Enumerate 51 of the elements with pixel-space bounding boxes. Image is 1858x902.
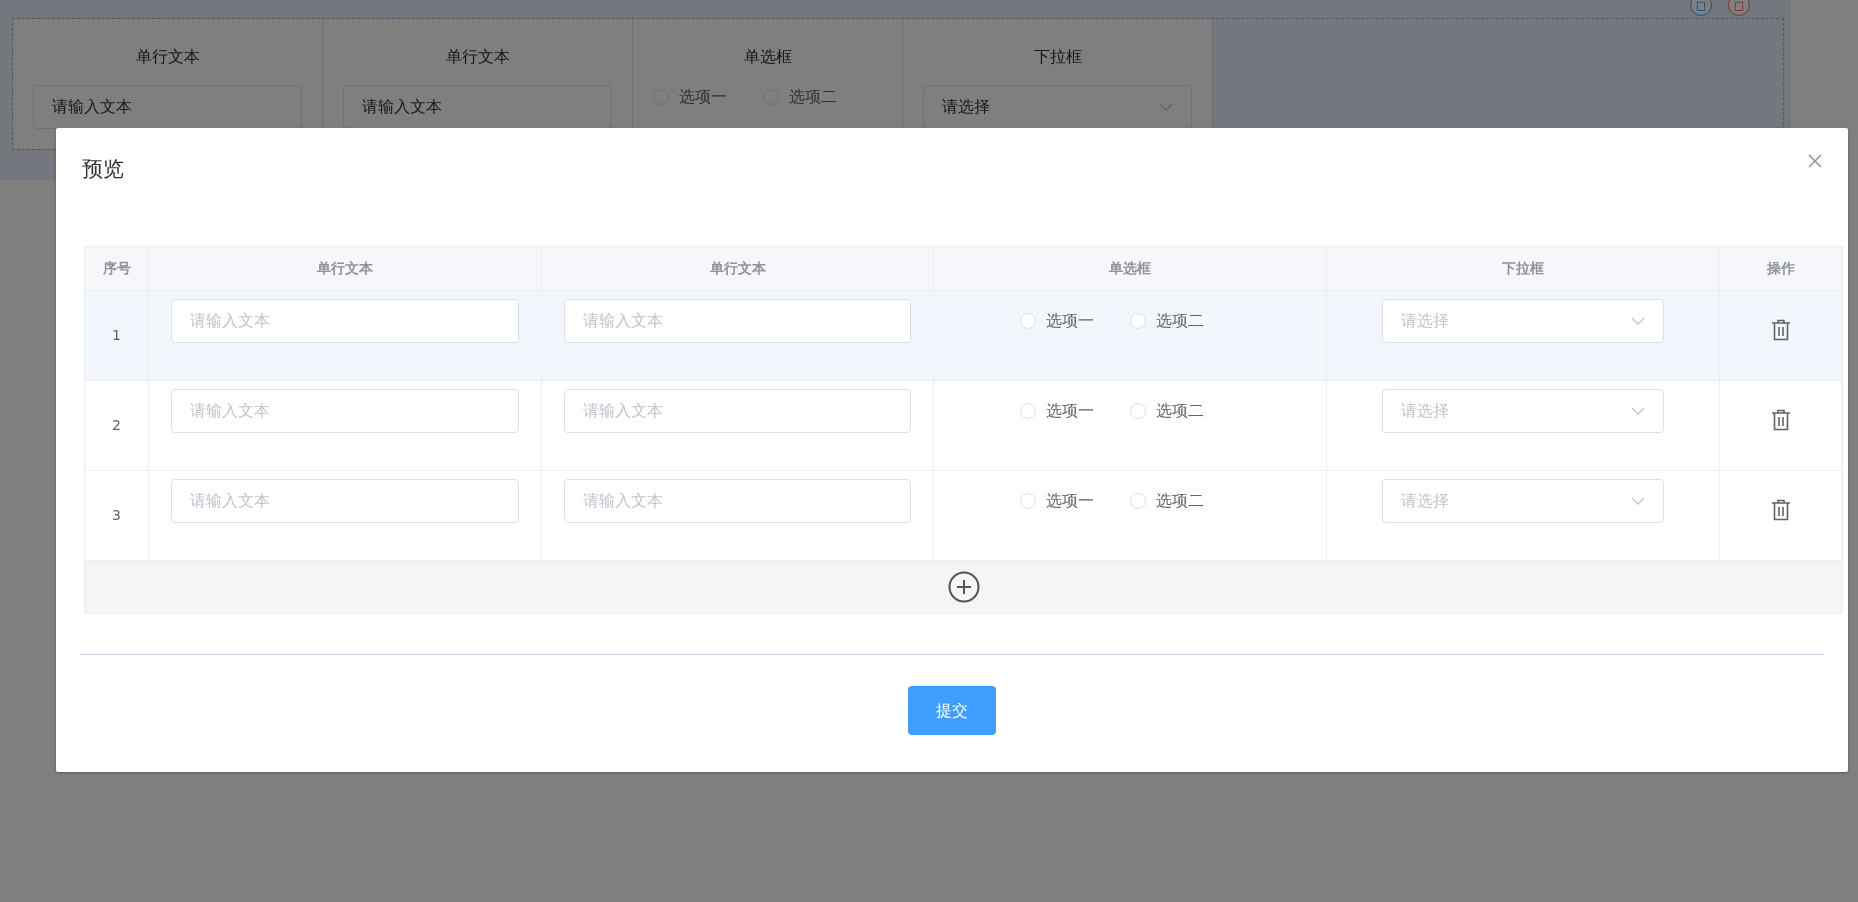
radio-label[interactable]: 选项一 [679, 85, 727, 109]
text-field[interactable]: 请输入文本 [564, 299, 911, 343]
radio-label[interactable]: 选项二 [1156, 309, 1204, 333]
radio-label[interactable]: 选项一 [1046, 489, 1094, 513]
delete-icon[interactable] [1728, 0, 1750, 16]
trash-icon[interactable] [1770, 319, 1791, 341]
chevron-icon [1631, 496, 1645, 506]
select-field[interactable]: 请选择 [1382, 389, 1664, 433]
radio-label[interactable]: 选项二 [1156, 399, 1204, 423]
radio-button[interactable] [1130, 403, 1146, 419]
text-field[interactable]: 请输入文本 [171, 389, 519, 433]
radio-label[interactable]: 选项一 [1046, 399, 1094, 423]
column-header: 序号 [85, 247, 149, 291]
chevron-icon [1631, 316, 1645, 326]
text-field[interactable]: 请输入文本 [171, 479, 519, 523]
chevron-icon [1631, 406, 1645, 416]
field-label: 下拉框 [1032, 46, 1083, 68]
dialog-title: 预览 [82, 156, 124, 183]
radio-button[interactable] [1130, 313, 1146, 329]
column-header: 单选框 [934, 247, 1327, 291]
chevron-icon [1159, 102, 1173, 112]
select-field[interactable]: 请选择 [1382, 299, 1664, 343]
text-field[interactable]: 请输入文本 [171, 299, 519, 343]
copy-icon[interactable] [1690, 0, 1712, 16]
text-field[interactable]: 请输入文本 [33, 85, 302, 129]
field-label: 单行文本 [444, 46, 511, 68]
field-label: 单选框 [742, 46, 793, 68]
column-header: 单行文本 [542, 247, 934, 291]
column-header: 单行文本 [149, 247, 542, 291]
row-number: 1 [85, 291, 149, 381]
submit-button[interactable]: 提交 [908, 686, 996, 735]
radio-label[interactable]: 选项二 [1156, 489, 1204, 513]
trash-icon[interactable] [1770, 499, 1791, 521]
trash-icon[interactable] [1770, 409, 1791, 431]
column-header: 操作 [1720, 247, 1842, 291]
row-number: 2 [85, 381, 149, 471]
field-label: 单行文本 [134, 46, 201, 68]
close-icon[interactable] [1806, 152, 1824, 170]
text-field[interactable]: 请输入文本 [564, 389, 911, 433]
radio-label[interactable]: 选项一 [1046, 309, 1094, 333]
radio-label[interactable]: 选项二 [789, 85, 837, 109]
radio-button[interactable] [1130, 493, 1146, 509]
select-field[interactable]: 请选择 [1382, 479, 1664, 523]
text-field[interactable]: 请输入文本 [343, 85, 612, 129]
add-icon[interactable] [947, 571, 980, 603]
text-field[interactable]: 请输入文本 [564, 479, 911, 523]
radio-button[interactable] [1020, 403, 1036, 419]
select-field[interactable]: 请选择 [923, 85, 1192, 129]
radio-button[interactable] [1020, 493, 1036, 509]
column-header: 下拉框 [1327, 247, 1720, 291]
radio-button[interactable] [1020, 313, 1036, 329]
